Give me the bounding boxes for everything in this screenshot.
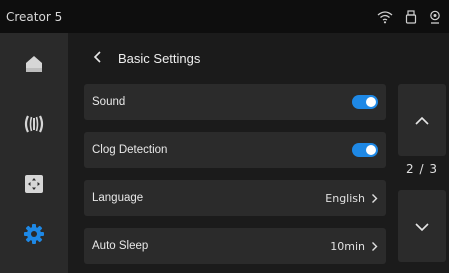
device-name: Creator 5 [6, 9, 63, 24]
setting-control [352, 143, 378, 157]
page-indicator: 2 / 3 [406, 162, 438, 176]
page-up-button[interactable] [398, 84, 446, 156]
wifi-icon [377, 10, 393, 24]
gear-icon [23, 223, 45, 249]
home-icon [24, 54, 44, 78]
chevron-up-icon [414, 111, 430, 130]
sidebar-item-home[interactable] [0, 41, 68, 91]
chevron-right-icon [371, 189, 378, 208]
setting-control: English [325, 189, 378, 208]
page-down-button[interactable] [398, 190, 446, 262]
toggle-knob [366, 145, 376, 155]
move-control-icon [24, 174, 44, 198]
setting-control [352, 95, 378, 109]
back-button[interactable] [82, 38, 114, 78]
setting-row-language[interactable]: Language English [84, 180, 386, 216]
page-header: Basic Settings [68, 33, 398, 83]
main-panel: Basic Settings Sound Clog Detection Lang… [68, 33, 449, 273]
setting-label: Auto Sleep [92, 240, 149, 252]
toggle-knob [366, 97, 376, 107]
setting-label: Sound [92, 96, 126, 108]
sidebar [0, 33, 68, 273]
chevron-left-icon [93, 49, 103, 68]
language-value: English [325, 191, 365, 205]
webcam-icon [429, 10, 441, 24]
status-bar: Creator 5 [0, 0, 449, 33]
status-icons [377, 9, 441, 24]
sidebar-item-filament[interactable] [0, 101, 68, 151]
usb-drive-icon [405, 9, 417, 24]
setting-row-clog-detection: Clog Detection [84, 132, 386, 168]
setting-row-auto-sleep[interactable]: Auto Sleep 10min [84, 228, 386, 264]
setting-control: 10min [330, 237, 378, 256]
sidebar-item-control[interactable] [0, 161, 68, 211]
auto-sleep-value: 10min [330, 239, 365, 253]
setting-row-sound: Sound [84, 84, 386, 120]
page-title: Basic Settings [118, 50, 201, 66]
chevron-right-icon [371, 237, 378, 256]
chevron-down-icon [414, 217, 430, 236]
clog-detection-toggle[interactable] [352, 143, 378, 157]
sidebar-item-settings[interactable] [0, 211, 68, 261]
setting-label: Clog Detection [92, 144, 168, 156]
filament-spool-icon [23, 114, 45, 138]
setting-label: Language [92, 192, 144, 204]
sound-toggle[interactable] [352, 95, 378, 109]
